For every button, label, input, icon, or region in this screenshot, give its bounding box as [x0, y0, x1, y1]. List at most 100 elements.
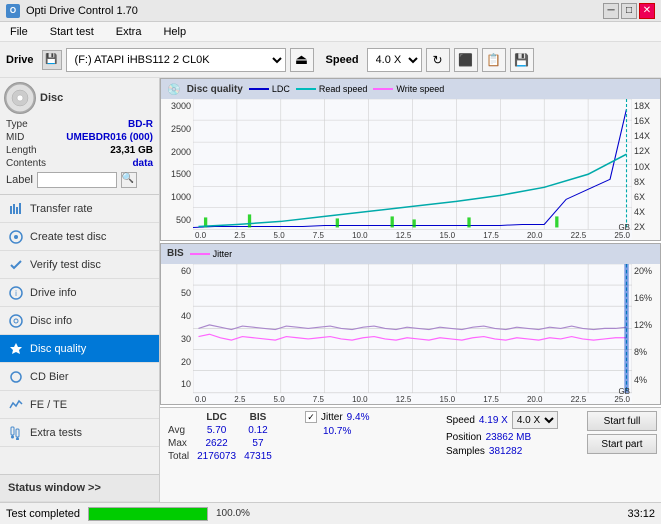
- status-window-button[interactable]: Status window >>: [0, 474, 159, 502]
- transfer-rate-icon: [8, 201, 24, 217]
- chart1-legend-write: Write speed: [373, 84, 444, 94]
- stats-avg-ldc: 5.70: [193, 424, 240, 437]
- extra-tests-icon: [8, 425, 24, 441]
- jitter-checkbox[interactable]: ✓: [305, 411, 317, 423]
- speed-pos-panel: Speed 4.19 X 4.0 X Position 23862 MB Sam…: [446, 411, 581, 499]
- title-bar-left: O Opti Drive Control 1.70: [6, 4, 138, 18]
- start-part-button[interactable]: Start part: [587, 434, 657, 454]
- sidebar: Disc Type BD-R MID UMEBDR016 (000) Lengt…: [0, 78, 160, 502]
- app-icon: O: [6, 4, 20, 18]
- verify-test-disc-icon: [8, 257, 24, 273]
- transfer-rate-label: Transfer rate: [30, 203, 93, 215]
- maximize-button[interactable]: □: [621, 3, 637, 19]
- disc-quality-label: Disc quality: [30, 343, 86, 355]
- toolbar-icon2[interactable]: ⬛: [454, 48, 478, 72]
- disc-label-input[interactable]: [37, 172, 117, 188]
- svg-text:i: i: [15, 289, 17, 298]
- speed-row-select[interactable]: 4.0 X: [512, 411, 558, 429]
- menu-extra[interactable]: Extra: [110, 22, 148, 41]
- speed-row-label: Speed: [446, 415, 475, 426]
- sidebar-item-transfer-rate[interactable]: Transfer rate: [0, 195, 159, 223]
- jitter-max-row: 10.7%: [305, 426, 440, 437]
- disc-mid-row: MID UMEBDR016 (000): [4, 131, 155, 144]
- stats-panel: LDC BIS Avg 5.70 0.12: [160, 407, 661, 502]
- chart1-y-left: 3000 2500 2000 1500 1000 500: [161, 99, 193, 240]
- stats-right: ✓ Jitter 9.4% 10.7%: [305, 411, 440, 499]
- stats-total-spacer: [276, 450, 299, 463]
- chart1-legend-ldc: LDC: [249, 84, 290, 94]
- speed-select[interactable]: 4.0 X 2.0 X 8.0 X: [367, 48, 422, 72]
- position-row: Position 23862 MB: [446, 432, 581, 443]
- chart2-header: BIS Jitter: [161, 244, 660, 264]
- drive-select[interactable]: (F:) ATAPI iHBS112 2 CL0K: [66, 48, 286, 72]
- start-full-button[interactable]: Start full: [587, 411, 657, 431]
- disc-panel: Disc Type BD-R MID UMEBDR016 (000) Lengt…: [0, 78, 159, 195]
- disc-length-row: Length 23,31 GB: [4, 144, 155, 157]
- toolbar-icon1[interactable]: ↻: [426, 48, 450, 72]
- minimize-button[interactable]: ─: [603, 3, 619, 19]
- chart2-legend-jitter: Jitter: [190, 249, 233, 259]
- stats-total-ldc: 2176073: [193, 450, 240, 463]
- samples-val: 381282: [489, 446, 522, 457]
- position-val: 23862 MB: [486, 432, 532, 443]
- disc-mid-label: MID: [6, 132, 24, 143]
- menu-start-test[interactable]: Start test: [44, 22, 100, 41]
- toolbar-icon4[interactable]: 💾: [510, 48, 534, 72]
- chart1-legend-read: Read speed: [296, 84, 368, 94]
- stats-col-spacer: [276, 411, 299, 424]
- chart2-jitter-label: Jitter: [213, 249, 233, 259]
- menu-help[interactable]: Help: [157, 22, 192, 41]
- time-display: 33:12: [627, 508, 655, 520]
- sidebar-item-disc-quality[interactable]: Disc quality: [0, 335, 159, 363]
- disc-contents-row: Contents data: [4, 157, 155, 170]
- disc-header: Disc: [4, 82, 155, 114]
- start-buttons: Start full Start part: [587, 411, 657, 499]
- stats-table: LDC BIS Avg 5.70 0.12: [164, 411, 299, 499]
- close-button[interactable]: ✕: [639, 3, 655, 19]
- chart2-x-unit: GB: [618, 387, 630, 396]
- create-test-disc-icon: [8, 229, 24, 245]
- disc-icon: [4, 82, 36, 114]
- stats-col-ldc: LDC: [193, 411, 240, 424]
- eject-button[interactable]: ⏏: [290, 48, 314, 72]
- status-text: Test completed: [6, 508, 80, 520]
- status-window-label: Status window >>: [8, 482, 101, 494]
- stats-avg-row: Avg 5.70 0.12: [164, 424, 299, 437]
- chart2-y-right: 20% 16% 12% 8% 4%: [632, 264, 660, 405]
- chart1-panel: 💿 Disc quality LDC Read speed Write spee…: [160, 78, 661, 241]
- sidebar-item-create-test-disc[interactable]: Create test disc: [0, 223, 159, 251]
- chart2-area: 60 50 40 30 20 10: [161, 264, 660, 405]
- nav-items: Transfer rate Create test disc Verify te…: [0, 195, 159, 447]
- stats-max-row: Max 2622 57: [164, 437, 299, 450]
- speed-label: Speed: [326, 54, 359, 66]
- sidebar-item-verify-test-disc[interactable]: Verify test disc: [0, 251, 159, 279]
- sidebar-item-cd-bier[interactable]: CD Bier: [0, 363, 159, 391]
- jitter-avg-val: 9.4%: [347, 412, 370, 423]
- disc-contents-value: data: [132, 158, 153, 169]
- title-bar-buttons: ─ □ ✕: [603, 3, 655, 19]
- disc-contents-label: Contents: [6, 158, 46, 169]
- title-bar: O Opti Drive Control 1.70 ─ □ ✕: [0, 0, 661, 22]
- stats-total-row: Total 2176073 47315: [164, 450, 299, 463]
- drive-info-icon: i: [8, 285, 24, 301]
- chart1-area: 3000 2500 2000 1500 1000 500: [161, 99, 660, 240]
- fe-te-label: FE / TE: [30, 399, 67, 411]
- sidebar-item-fe-te[interactable]: FE / TE: [0, 391, 159, 419]
- chart2-title: BIS: [167, 248, 184, 259]
- toolbar-icon3[interactable]: 📋: [482, 48, 506, 72]
- stats-avg-bis: 0.12: [240, 424, 276, 437]
- charts-container: 💿 Disc quality LDC Read speed Write spee…: [160, 78, 661, 502]
- sidebar-item-disc-info[interactable]: Disc info: [0, 307, 159, 335]
- chart1-write-label: Write speed: [396, 84, 444, 94]
- verify-test-disc-label: Verify test disc: [30, 259, 101, 271]
- chart1-graph: 0.02.55.07.510.012.515.017.520.022.525.0…: [193, 99, 632, 240]
- menu-file[interactable]: File: [4, 22, 34, 41]
- drive-icon: 💾: [42, 50, 62, 70]
- disc-label-button[interactable]: 🔍: [121, 172, 137, 188]
- chart1-x-unit: GB: [618, 223, 630, 232]
- sidebar-item-extra-tests[interactable]: Extra tests: [0, 419, 159, 447]
- disc-info-label: Disc info: [30, 315, 72, 327]
- disc-quality-icon: [8, 341, 24, 357]
- sidebar-item-drive-info[interactable]: i Drive info: [0, 279, 159, 307]
- speed-row: Speed 4.19 X 4.0 X: [446, 411, 581, 429]
